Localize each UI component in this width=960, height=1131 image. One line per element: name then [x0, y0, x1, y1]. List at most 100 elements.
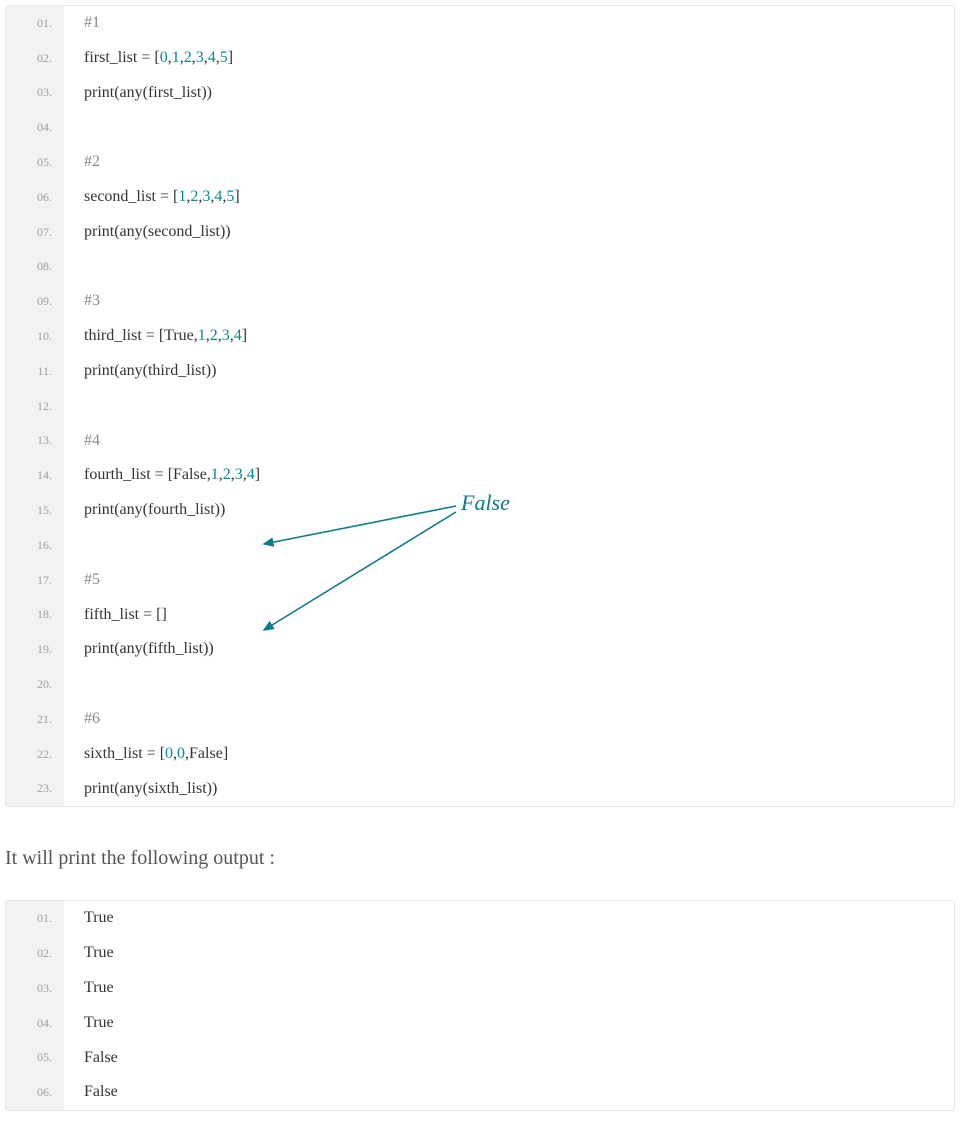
code-line: 04.True: [6, 1006, 954, 1041]
token: False: [189, 745, 223, 762]
code-line: 01. True: [6, 901, 954, 936]
code-line: 03. True: [6, 971, 954, 1006]
line-number: 02.: [6, 41, 64, 76]
code-line: 19.print(any(fifth_list)): [6, 632, 954, 667]
token: 4: [234, 327, 242, 344]
line-number: 16.: [6, 528, 64, 563]
code-line: 18.fifth_list = []: [6, 598, 954, 633]
code-line: 02.first_list = [0,1,2,3,4,5]: [6, 41, 954, 76]
code-table-1: 01.#102.first_list = [0,1,2,3,4,5]03.pri…: [6, 6, 954, 806]
code-line: 02. True: [6, 936, 954, 971]
annotation-label: False: [461, 490, 510, 516]
code-cell: True: [64, 936, 954, 971]
code-line: 13. #4: [6, 424, 954, 459]
token: ]: [255, 466, 260, 483]
line-number: 20.: [6, 667, 64, 702]
code-table-2: 01.True02.True03.True04.True05.False06.F…: [6, 901, 954, 1110]
token: True: [164, 327, 194, 344]
line-number: 01.: [6, 901, 64, 936]
code-cell: second_list = [1,2,3,4,5]: [64, 180, 954, 215]
token: ]: [242, 327, 247, 344]
line-number: 22.: [6, 737, 64, 772]
token: 0: [160, 49, 168, 66]
token: #4: [84, 432, 100, 449]
token: False: [84, 1049, 118, 1066]
token: ]: [223, 745, 228, 762]
code-block-2: 01.True02.True03.True04.True05.False06.F…: [5, 900, 955, 1111]
code-cell: [64, 250, 954, 285]
line-number: 07.: [6, 215, 64, 250]
code-cell: [64, 667, 954, 702]
code-cell: #3: [64, 284, 954, 319]
token: 3: [222, 327, 230, 344]
line-number: 02.: [6, 936, 64, 971]
token: #3: [84, 292, 100, 309]
code-line: 17.#5: [6, 563, 954, 598]
token: 1: [198, 327, 206, 344]
code-cell: first_list = [0,1,2,3,4,5]: [64, 41, 954, 76]
code-cell: #5: [64, 563, 954, 598]
line-number: 04.: [6, 1006, 64, 1041]
token: False: [173, 466, 207, 483]
token: 1: [172, 49, 180, 66]
code-line: 09.#3: [6, 284, 954, 319]
token: third_list =: [84, 327, 159, 344]
line-number: 06.: [6, 1075, 64, 1110]
token: 3: [196, 49, 204, 66]
code-cell: print(any(first_list)): [64, 76, 954, 111]
output-intro-text: It will print the following output :: [5, 847, 955, 870]
code-line: 10.third_list = [True,1,2,3,4]: [6, 319, 954, 354]
code-line: 12.: [6, 389, 954, 424]
token: True: [84, 944, 114, 961]
token: 0: [177, 745, 185, 762]
token: 5: [220, 49, 228, 66]
code-line: 06.False: [6, 1075, 954, 1110]
token: second_list =: [84, 188, 173, 205]
code-block-1: 01.#102.first_list = [0,1,2,3,4,5]03.pri…: [5, 5, 955, 807]
code-line: 04.: [6, 110, 954, 145]
line-number: 15.: [6, 493, 64, 528]
code-cell: fourth_list = [False,1,2,3,4]: [64, 458, 954, 493]
token: 4: [247, 466, 255, 483]
token: 2: [184, 49, 192, 66]
token: 3: [235, 466, 243, 483]
token: print(any(second_list)): [84, 223, 231, 240]
code-cell: False: [64, 1075, 954, 1110]
code-line: 11.print(any(third_list)): [6, 354, 954, 389]
token: print(any(sixth_list)): [84, 780, 217, 797]
code-cell: #6: [64, 702, 954, 737]
token: 2: [223, 466, 231, 483]
token: #6: [84, 710, 100, 727]
code-cell: #4: [64, 424, 954, 459]
line-number: 03.: [6, 971, 64, 1006]
line-number: 10.: [6, 319, 64, 354]
token: True: [84, 979, 114, 996]
token: fifth_list =: [84, 606, 156, 623]
code-cell: [64, 528, 954, 563]
code-cell: True: [64, 971, 954, 1006]
line-number: 08.: [6, 250, 64, 285]
line-number: 13.: [6, 424, 64, 459]
code-cell: print(any(sixth_list)): [64, 772, 954, 807]
token: ]: [234, 188, 239, 205]
line-number: 18.: [6, 598, 64, 633]
code-cell: print(any(second_list)): [64, 215, 954, 250]
code-cell: #1: [64, 6, 954, 41]
token: True: [84, 909, 114, 926]
token: #1: [84, 14, 100, 31]
code-line: 07. print(any(second_list)): [6, 215, 954, 250]
token: #2: [84, 153, 100, 170]
code-cell: fifth_list = []: [64, 598, 954, 633]
code-line: 06.second_list = [1,2,3,4,5]: [6, 180, 954, 215]
code-cell: sixth_list = [0,0,False]: [64, 737, 954, 772]
code-cell: #2: [64, 145, 954, 180]
code-line: 16.: [6, 528, 954, 563]
line-number: 05.: [6, 1041, 64, 1076]
code-line: 03.print(any(first_list)): [6, 76, 954, 111]
token: fourth_list =: [84, 466, 168, 483]
code-line: 20.: [6, 667, 954, 702]
code-line: 21.#6: [6, 702, 954, 737]
token: print(any(fifth_list)): [84, 640, 214, 657]
token: 2: [210, 327, 218, 344]
token: 4: [208, 49, 216, 66]
